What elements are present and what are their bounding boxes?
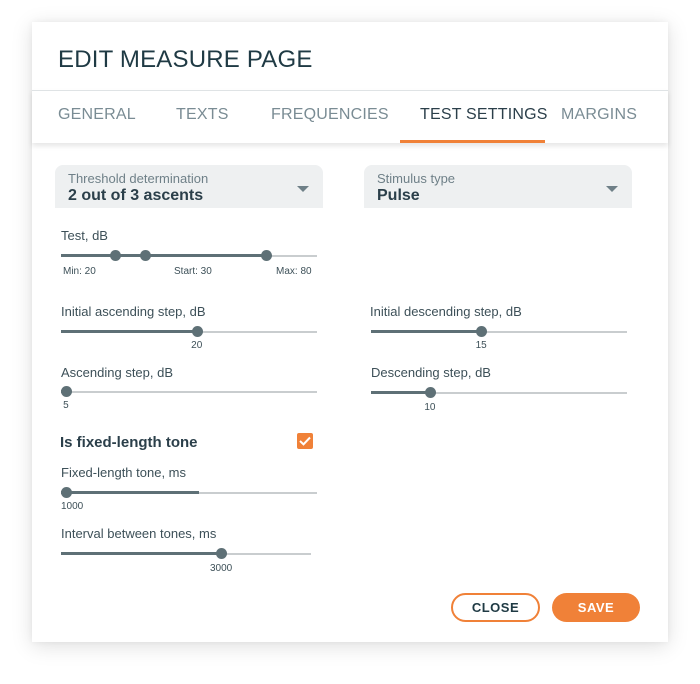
initial-ascending-label: Initial ascending step, dB xyxy=(61,304,206,319)
descending-step-slider[interactable] xyxy=(371,385,627,401)
slider-fill xyxy=(61,552,221,555)
dropdown-arrow-icon xyxy=(297,186,309,192)
ascending-step-value: 5 xyxy=(63,400,69,411)
initial-descending-slider[interactable] xyxy=(371,324,627,340)
threshold-select-value: 2 out of 3 ascents xyxy=(68,187,204,204)
initial-descending-value: 15 xyxy=(475,340,487,351)
initial-ascending-value: 20 xyxy=(191,340,203,351)
threshold-select-label: Threshold determination xyxy=(68,171,209,186)
descending-step-value: 10 xyxy=(424,402,436,413)
checkmark-icon xyxy=(299,436,311,446)
save-button[interactable]: SAVE xyxy=(552,593,640,622)
tab-frequencies[interactable]: FREQUENCIES xyxy=(271,106,389,124)
tab-general[interactable]: GENERAL xyxy=(58,106,136,124)
test-db-label: Test, dB xyxy=(61,228,108,243)
initial-descending-label: Initial descending step, dB xyxy=(370,304,522,319)
slider-fill xyxy=(61,254,266,257)
edit-measure-dialog: EDIT MEASURE PAGE GENERAL TEXTS FREQUENC… xyxy=(32,22,668,642)
stimulus-type-select[interactable]: Stimulus type Pulse xyxy=(364,165,632,208)
slider-thumb[interactable] xyxy=(216,548,227,559)
tab-bar: GENERAL TEXTS FREQUENCIES TEST SETTINGS … xyxy=(32,90,668,143)
descending-step-label: Descending step, dB xyxy=(371,365,491,380)
tab-margins[interactable]: MARGINS xyxy=(561,106,637,124)
interval-between-tones-value: 3000 xyxy=(210,563,233,574)
fixed-length-tone-checkbox[interactable] xyxy=(297,433,313,449)
stimulus-select-value: Pulse xyxy=(377,187,420,204)
tab-texts[interactable]: TEXTS xyxy=(176,106,229,124)
slider-fill xyxy=(61,330,197,333)
min-thumb[interactable] xyxy=(109,250,121,261)
dropdown-arrow-icon xyxy=(606,186,618,192)
fixed-length-tone-value: 1000 xyxy=(61,501,84,512)
test-db-range-slider[interactable] xyxy=(61,248,317,264)
fixed-length-tone-slider[interactable] xyxy=(61,485,317,501)
slider-fill xyxy=(61,491,200,494)
start-thumb[interactable] xyxy=(140,250,152,261)
close-button[interactable]: CLOSE xyxy=(451,593,540,622)
slider-fill xyxy=(371,391,430,394)
tab-test-settings[interactable]: TEST SETTINGS xyxy=(420,106,548,124)
slider-thumb[interactable] xyxy=(424,387,436,398)
threshold-determination-select[interactable]: Threshold determination 2 out of 3 ascen… xyxy=(55,165,323,208)
slider-thumb[interactable] xyxy=(191,326,203,337)
max-value-label: Max: 80 xyxy=(276,266,312,277)
slider-thumb[interactable] xyxy=(61,487,73,498)
interval-between-tones-slider[interactable] xyxy=(61,546,311,562)
ascending-step-label: Ascending step, dB xyxy=(61,365,174,380)
slider-fill xyxy=(371,330,482,333)
fixed-length-tone-ms-label: Fixed-length tone, ms xyxy=(61,465,187,480)
slider-track xyxy=(61,391,317,393)
initial-ascending-slider[interactable] xyxy=(61,324,317,340)
dialog-title: EDIT MEASURE PAGE xyxy=(58,46,313,73)
slider-thumb[interactable] xyxy=(61,386,73,397)
fixed-length-tone-label: Is fixed-length tone xyxy=(60,434,198,451)
max-thumb[interactable] xyxy=(260,250,272,261)
stimulus-select-label: Stimulus type xyxy=(377,171,456,186)
slider-thumb[interactable] xyxy=(476,326,488,337)
ascending-step-slider[interactable] xyxy=(61,384,317,400)
min-value-label: Min: 20 xyxy=(63,266,96,277)
active-tab-indicator xyxy=(400,140,545,143)
interval-between-tones-label: Interval between tones, ms xyxy=(61,526,217,541)
start-value-label: Start: 30 xyxy=(174,266,212,277)
